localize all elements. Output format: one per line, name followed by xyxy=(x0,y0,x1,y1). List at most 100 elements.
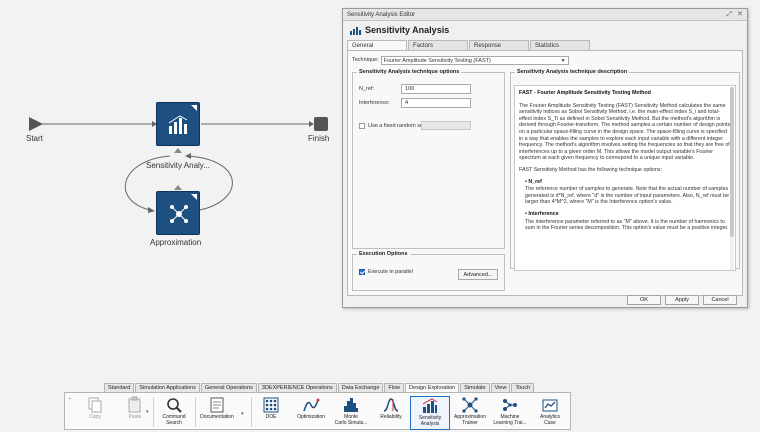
sensitivity-analysis-node[interactable] xyxy=(156,102,200,146)
tab-flow[interactable]: Flow xyxy=(384,383,405,392)
approximation-trainer-label-2: Trainer xyxy=(462,419,478,426)
approximation-node-label: Approximation xyxy=(150,238,202,247)
machine-learning-button[interactable]: Machine Learning Trai... xyxy=(490,396,530,430)
technique-label: Technique: xyxy=(352,57,379,63)
paste-button[interactable]: Paste xyxy=(115,396,155,430)
copy-label: Copy xyxy=(89,414,101,420)
tab-simulation-applications[interactable]: Simulation Applications xyxy=(135,383,200,392)
sensitivity-node-label: Sensitivity Analy... xyxy=(146,161,210,170)
start-node-label: Start xyxy=(26,134,43,143)
sensitivity-chart-icon xyxy=(168,115,188,134)
reliability-button[interactable]: Reliability xyxy=(371,396,411,430)
documentation-label: Documentation xyxy=(200,414,234,420)
approximation-icon xyxy=(462,397,478,413)
apply-button[interactable]: Apply xyxy=(665,295,699,305)
description-paragraph-1: The Fourier Amplitude Sensitivity Testin… xyxy=(519,102,731,162)
approximation-icon xyxy=(170,205,188,223)
finish-node-icon[interactable] xyxy=(314,117,328,131)
close-icon[interactable]: ✕ xyxy=(737,9,743,21)
execution-options-group: Execution Options Execute in parallel Ad… xyxy=(352,251,505,291)
dialog-titlebar[interactable]: Sensitivity Analysis Editor ⤢ ✕ xyxy=(343,9,747,21)
description-interference-heading: • Interference xyxy=(525,210,559,217)
sensitivity-analysis-editor: Sensitivity Analysis Editor ⤢ ✕ Sensitiv… xyxy=(342,8,748,308)
tab-design-exploration[interactable]: Design Exploration xyxy=(405,383,460,392)
optimization-button[interactable]: Optimization xyxy=(291,396,331,430)
approximation-trainer-button[interactable]: Approximation Trainer xyxy=(450,396,490,430)
description-nref-text: The reference number of samples to gener… xyxy=(525,186,729,206)
tab-touch[interactable]: Touch xyxy=(511,383,535,392)
expand-icon[interactable]: ⤢ xyxy=(727,9,733,21)
toolbar-menu-icon[interactable]: ⌄ xyxy=(68,395,72,401)
description-title: FAST - Fourier Amplitude Sensitivity Tes… xyxy=(519,90,651,96)
fixed-seed-row: Use a fixed random seed: xyxy=(359,123,431,129)
monte-carlo-icon xyxy=(344,398,358,412)
tab-view[interactable]: View xyxy=(490,383,511,392)
dialog-buttons: OK Apply Cancel xyxy=(627,295,737,305)
tab-standard[interactable]: Standard xyxy=(104,383,135,392)
dialog-window-title: Sensitivity Analysis Editor xyxy=(347,12,416,18)
paste-dropdown-icon[interactable]: ▾ xyxy=(146,409,149,415)
seed-input[interactable] xyxy=(421,121,471,130)
tab-data-exchange[interactable]: Data Exchange xyxy=(337,383,384,392)
execution-options-legend: Execution Options xyxy=(359,251,408,257)
description-interference-text: The interference parameter referred to a… xyxy=(525,218,729,232)
optimization-icon xyxy=(303,398,320,412)
reliability-icon xyxy=(383,398,399,412)
description-scrollbar[interactable] xyxy=(730,87,734,270)
monte-carlo-label-2: Carlo Simula... xyxy=(334,419,368,426)
nref-input[interactable]: 100 xyxy=(401,83,471,94)
advanced-button[interactable]: Advanced... xyxy=(458,269,498,280)
toolbar-tabs: Standard Simulation Applications General… xyxy=(104,383,535,392)
description-nref-heading: • N_ref xyxy=(525,178,542,185)
command-search-label-2: Search xyxy=(166,419,182,426)
paste-icon xyxy=(128,396,141,413)
technique-row: Technique: Fourier Amplitude Sensitivity… xyxy=(352,55,569,65)
documentation-dropdown-icon[interactable]: ▾ xyxy=(241,411,244,417)
cancel-button[interactable]: Cancel xyxy=(703,295,737,305)
dialog-header: Sensitivity Analysis xyxy=(343,21,747,39)
execute-parallel-checkbox[interactable] xyxy=(359,269,365,275)
analytics-case-icon xyxy=(542,399,558,412)
tab-simulate[interactable]: Simulate xyxy=(460,383,490,392)
interference-label: Interference: xyxy=(359,99,390,106)
book-icon xyxy=(210,397,224,413)
action-toolbar: ⌄ Copy Paste ▾ Command Search Documentat… xyxy=(64,392,571,430)
chevron-down-icon: ▼ xyxy=(560,57,566,64)
machine-learning-icon xyxy=(503,399,517,411)
tab-statistics[interactable]: Statistics xyxy=(530,40,590,50)
tab-factors[interactable]: Factors xyxy=(408,40,468,50)
tab-3dexperience-operations[interactable]: 3DEXPERIENCE Operations xyxy=(257,383,337,392)
start-node-icon[interactable] xyxy=(28,116,44,132)
ok-button[interactable]: OK xyxy=(627,295,661,305)
technique-options-group: Sensitivity Analysis technique options N… xyxy=(352,69,505,249)
doe-button[interactable]: DOE xyxy=(251,396,291,430)
technique-options-legend: Sensitivity Analysis technique options xyxy=(359,69,460,75)
nref-label: N_ref: xyxy=(359,85,374,92)
execute-parallel-row: Execute in parallel xyxy=(359,269,413,275)
command-search-button[interactable]: Command Search xyxy=(154,396,194,430)
machine-learning-label-2: Learning Trai... xyxy=(493,419,527,426)
monte-carlo-button[interactable]: Monte Carlo Simula... xyxy=(331,396,371,430)
tab-general-operations[interactable]: General Operations xyxy=(200,383,257,392)
dialog-tabs: General Factors Response Statistics xyxy=(347,40,591,51)
analytics-case-label-2: Case xyxy=(544,419,556,426)
description-text[interactable]: FAST - Fourier Amplitude Sensitivity Tes… xyxy=(514,85,736,271)
technique-description-legend: Sensitivity Analysis technique descripti… xyxy=(517,69,628,75)
optimization-label: Optimization xyxy=(297,414,325,420)
technique-select[interactable]: Fourier Amplitude Sensitivity Testing (F… xyxy=(380,55,569,65)
approximation-node[interactable] xyxy=(156,191,200,235)
technique-description-group: Sensitivity Analysis technique descripti… xyxy=(510,69,740,271)
analytics-case-button[interactable]: Analytics Case xyxy=(530,396,570,430)
tab-response[interactable]: Response xyxy=(469,40,529,50)
general-tab-panel: Technique: Fourier Amplitude Sensitivity… xyxy=(347,50,743,296)
interference-input[interactable]: 4 xyxy=(401,97,471,108)
copy-button[interactable]: Copy xyxy=(75,396,115,430)
nref-row: N_ref: 100 xyxy=(359,83,471,94)
interference-row: Interference: 4 xyxy=(359,97,471,108)
search-icon xyxy=(167,398,182,413)
sensitivity-analysis-button[interactable]: Sensitivity Analysis xyxy=(410,396,450,430)
documentation-button[interactable]: Documentation xyxy=(195,396,239,430)
sensitivity-label-2: Analysis xyxy=(420,420,440,427)
fixed-seed-checkbox[interactable] xyxy=(359,123,365,129)
paste-label: Paste xyxy=(128,414,142,420)
